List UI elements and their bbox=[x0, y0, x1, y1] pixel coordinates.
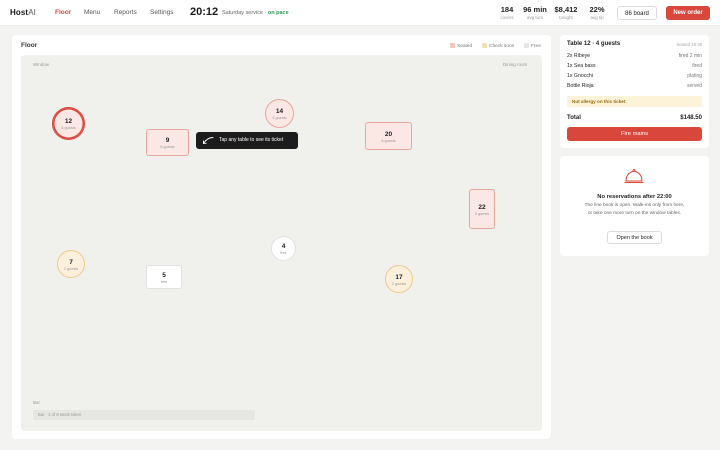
app-logo[interactable]: HostAI bbox=[10, 8, 36, 17]
zone-dining-label: Dining room bbox=[503, 62, 528, 67]
table-4[interactable]: 4 free bbox=[271, 236, 296, 261]
service-status: Saturday service · on pace bbox=[222, 10, 289, 16]
ticket-total: Total $148.50 bbox=[567, 115, 702, 121]
new-order-button[interactable]: New order bbox=[666, 6, 710, 20]
allergy-warning: Nut allergy on this ticket bbox=[567, 96, 702, 107]
zone-bar-label: Bar bbox=[33, 400, 41, 405]
legend-seated: Seated bbox=[450, 43, 472, 49]
ticket-item[interactable]: 1x Sea bass fired bbox=[567, 63, 702, 69]
cloche-icon bbox=[624, 168, 644, 183]
floor-panel: Floor Seated Check soon Free Window Dini… bbox=[12, 35, 551, 439]
table-5[interactable]: 5 free bbox=[146, 265, 182, 289]
ticket-title: Table 12 · 4 guests bbox=[567, 41, 621, 47]
stat-tonight: $8,412 tonight bbox=[554, 5, 578, 20]
stat-covers: 184 covers bbox=[500, 5, 514, 20]
floor-title: Floor bbox=[21, 42, 38, 49]
clock: 20:12 bbox=[190, 6, 219, 18]
reservations-panel: No reservations after 22:00 The line boo… bbox=[560, 156, 709, 256]
free-swatch-icon bbox=[524, 43, 529, 48]
check-soon-swatch-icon bbox=[482, 43, 487, 48]
zone-window-label: Window bbox=[33, 62, 50, 67]
top-bar: HostAI Floor Menu Reports Settings 20:12… bbox=[0, 0, 720, 26]
ticket-item[interactable]: 1x Gnocchi plating bbox=[567, 73, 702, 79]
86-board-button[interactable]: 86 board bbox=[617, 6, 657, 20]
stat-avg-tip: 22% avg tip bbox=[589, 5, 605, 20]
legend-check-soon: Check soon bbox=[482, 43, 514, 49]
fire-mains-button[interactable]: Fire mains bbox=[567, 127, 702, 141]
table-20[interactable]: 20 8 guests bbox=[365, 122, 412, 150]
nav-menu[interactable]: Menu bbox=[84, 9, 100, 16]
table-12[interactable]: 12 4 guests bbox=[52, 107, 85, 140]
ticket-item[interactable]: 2x Ribeye fired 2 min bbox=[567, 53, 702, 59]
nav-reports[interactable]: Reports bbox=[114, 9, 137, 16]
table-22[interactable]: 22 5 guests bbox=[469, 189, 495, 229]
bar-seats-strip[interactable]: Bar · 3 of 8 seats taken bbox=[33, 410, 255, 420]
table-17[interactable]: 17 2 guests bbox=[385, 265, 413, 293]
open-book-button[interactable]: Open the book bbox=[607, 231, 662, 244]
reservations-title: No reservations after 22:00 bbox=[597, 194, 672, 200]
nav-floor[interactable]: Floor bbox=[55, 9, 71, 16]
nav-settings[interactable]: Settings bbox=[150, 9, 174, 16]
ticket-panel: Table 12 · 4 guests Seated 19:36 2x Ribe… bbox=[560, 35, 709, 148]
ticket-item[interactable]: Bottle Rioja served bbox=[567, 83, 702, 89]
reservations-body: The line book is open. Walk-ins only fro… bbox=[584, 203, 685, 216]
stat-avg-turn: 96 min avg turn bbox=[523, 5, 547, 20]
table-7[interactable]: 72 guests bbox=[57, 250, 85, 278]
tap-hint-tooltip: Tap any table to see its ticket bbox=[196, 132, 298, 149]
table-14[interactable]: 14 4 guests bbox=[265, 99, 294, 128]
seated-swatch-icon bbox=[450, 43, 455, 48]
ticket-seated-time: Seated 19:36 bbox=[676, 42, 702, 47]
legend-free: Free bbox=[524, 43, 541, 49]
floor-plan: Window Dining room Bar Bar · 3 of 8 seat… bbox=[21, 55, 542, 431]
arrow-pointer-icon bbox=[203, 137, 214, 145]
table-9[interactable]: 96 guests bbox=[146, 129, 189, 156]
